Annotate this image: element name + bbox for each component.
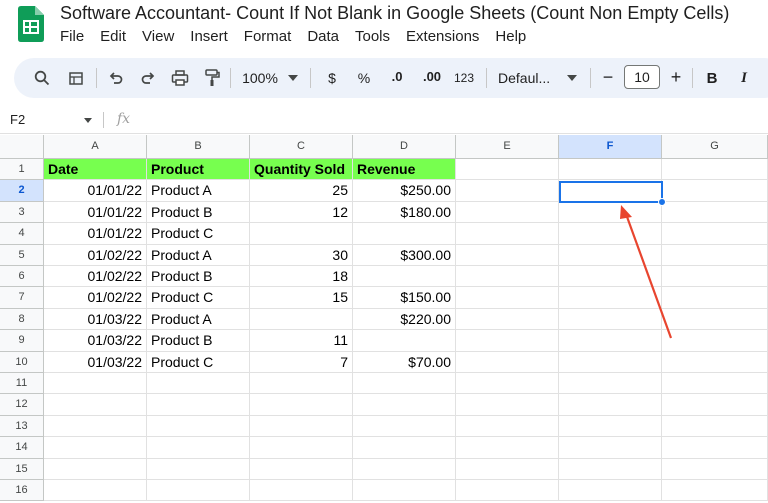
annotation-arrow-icon — [620, 205, 673, 339]
sheets-app: Software Accountant- Count If Not Blank … — [0, 0, 768, 503]
